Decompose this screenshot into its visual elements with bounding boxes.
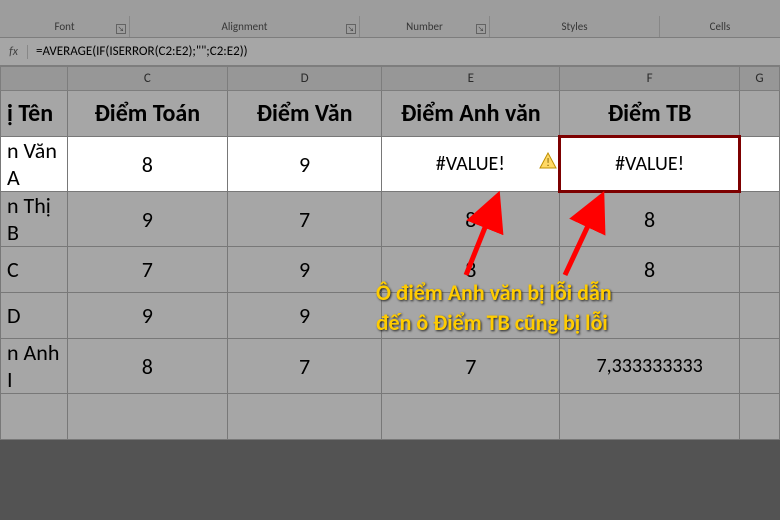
cell[interactable]: ị Tên: [1, 91, 68, 137]
cell[interactable]: Điểm Toán: [67, 91, 227, 137]
dialog-launcher-icon[interactable]: ↘: [346, 24, 356, 34]
cell[interactable]: 7: [67, 247, 227, 293]
column-header[interactable]: [1, 67, 68, 91]
cell[interactable]: [1, 394, 68, 440]
table-row: n Văn A 8 9 #VALUE! #VALUE! !: [1, 137, 780, 192]
cell[interactable]: 9: [227, 137, 382, 192]
cell[interactable]: 9: [67, 293, 227, 339]
cell[interactable]: C: [1, 247, 68, 293]
cell[interactable]: 8: [67, 137, 227, 192]
cell[interactable]: [740, 339, 780, 394]
formula-input[interactable]: [28, 44, 780, 59]
ribbon-group-styles[interactable]: Styles: [490, 16, 660, 37]
ribbon-label: Number: [406, 20, 443, 33]
cell[interactable]: Điểm TB: [560, 91, 740, 137]
cell[interactable]: 7: [227, 192, 382, 247]
table-row: n Thị B 9 7 8 8: [1, 192, 780, 247]
arrow-annotation-icon: [446, 190, 506, 280]
cell[interactable]: D: [1, 293, 68, 339]
cell[interactable]: n Anh I: [1, 339, 68, 394]
ribbon-groups: Font ↘ Alignment ↘ Number ↘ Styles Cells: [0, 0, 780, 38]
column-header-f[interactable]: F: [560, 67, 740, 91]
cell[interactable]: 7,333333333: [560, 339, 740, 394]
table-header-row: ị Tên Điểm Toán Điểm Văn Điểm Anh văn Đi…: [1, 91, 780, 137]
formula-bar: fx: [0, 38, 780, 66]
arrow-annotation-icon: [555, 190, 615, 280]
column-header-e[interactable]: E: [382, 67, 560, 91]
cell[interactable]: 9: [67, 192, 227, 247]
cell[interactable]: 7: [382, 339, 560, 394]
column-header-d[interactable]: D: [227, 67, 382, 91]
cell[interactable]: 8: [67, 339, 227, 394]
svg-text:!: !: [546, 156, 550, 169]
dialog-launcher-icon[interactable]: ↘: [116, 24, 126, 34]
cell[interactable]: [560, 394, 740, 440]
dialog-launcher-icon[interactable]: ↘: [476, 24, 486, 34]
cell[interactable]: Điểm Anh văn: [382, 91, 560, 137]
cell[interactable]: [382, 394, 560, 440]
cell[interactable]: [740, 394, 780, 440]
cell[interactable]: 9: [227, 247, 382, 293]
ribbon-label: Styles: [561, 20, 587, 33]
column-header-row: C D E F G: [1, 67, 780, 91]
ribbon-group-cells[interactable]: Cells: [660, 16, 780, 37]
cell[interactable]: [740, 137, 780, 192]
cell[interactable]: 7: [227, 339, 382, 394]
table-row: n Anh I 8 7 7 7,333333333: [1, 339, 780, 394]
table-row: [1, 394, 780, 440]
spreadsheet: C D E F G ị Tên Điểm Toán Điểm Văn Điểm …: [0, 66, 780, 440]
cell[interactable]: [67, 394, 227, 440]
cell[interactable]: n Văn A: [1, 137, 68, 192]
ribbon-group-number[interactable]: Number ↘: [360, 16, 490, 37]
annotation-line: Ô điểm Anh văn bị lỗi dẫn: [376, 278, 766, 308]
cell-value: #VALUE!: [615, 152, 684, 176]
annotation-line: đến ô Điểm TB cũng bị lỗi: [376, 308, 766, 338]
active-cell-error[interactable]: #VALUE! !: [560, 137, 740, 192]
ribbon-label: Cells: [710, 20, 731, 33]
annotation-text: Ô điểm Anh văn bị lỗi dẫn đến ô Điểm TB …: [376, 278, 766, 337]
ribbon-label: Font: [54, 20, 74, 33]
ribbon-group-alignment[interactable]: Alignment ↘: [130, 16, 360, 37]
cell[interactable]: [227, 394, 382, 440]
cell[interactable]: n Thị B: [1, 192, 68, 247]
ribbon-group-font[interactable]: Font ↘: [0, 16, 130, 37]
column-header-g[interactable]: G: [740, 67, 780, 91]
cell-error[interactable]: #VALUE!: [382, 137, 560, 192]
fx-icon[interactable]: fx: [0, 45, 28, 59]
cell[interactable]: 9: [227, 293, 382, 339]
cell[interactable]: Điểm Văn: [227, 91, 382, 137]
cell[interactable]: [740, 192, 780, 247]
ribbon-label: Alignment: [222, 20, 268, 33]
column-header-c[interactable]: C: [67, 67, 227, 91]
cell[interactable]: [740, 91, 780, 137]
error-warning-icon[interactable]: !: [539, 152, 557, 170]
